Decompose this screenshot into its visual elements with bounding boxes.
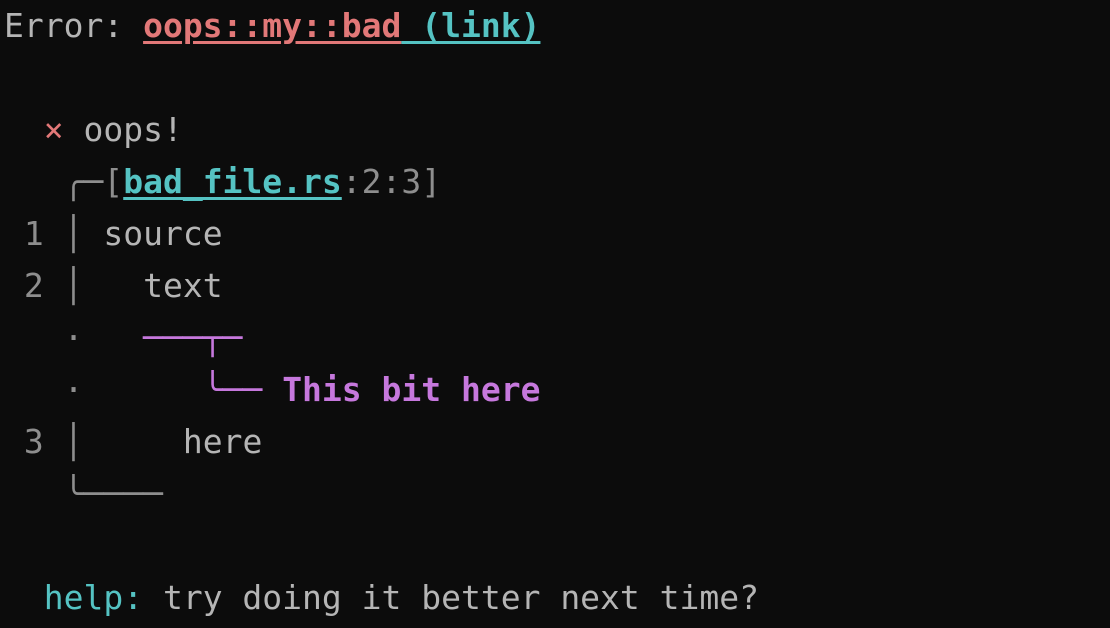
- help-label: help:: [44, 578, 143, 617]
- span-note: This bit here: [282, 370, 540, 409]
- lineno-1: 1: [24, 214, 44, 253]
- lineno-2: 2: [24, 266, 44, 305]
- source-loc: :2:3: [342, 162, 421, 201]
- source-file[interactable]: bad_file.rs: [123, 162, 342, 201]
- error-label: Error:: [4, 6, 143, 45]
- error-link[interactable]: (link): [401, 6, 540, 45]
- lineno-3: 3: [24, 422, 44, 461]
- src-line-1: source: [103, 214, 222, 253]
- diagnostic-output: Error: oops::my::bad (link) × oops! ╭─[b…: [0, 0, 1110, 624]
- src-line-3: here: [183, 422, 262, 461]
- error-code[interactable]: oops::my::bad: [143, 6, 401, 45]
- help-text: try doing it better next time?: [143, 578, 759, 617]
- span-underline: ───┬─: [143, 318, 242, 357]
- error-message: oops!: [84, 110, 183, 149]
- span-arrow: ╰──: [203, 370, 282, 409]
- src-line-2: text: [143, 266, 222, 305]
- cross-icon: ×: [44, 110, 64, 149]
